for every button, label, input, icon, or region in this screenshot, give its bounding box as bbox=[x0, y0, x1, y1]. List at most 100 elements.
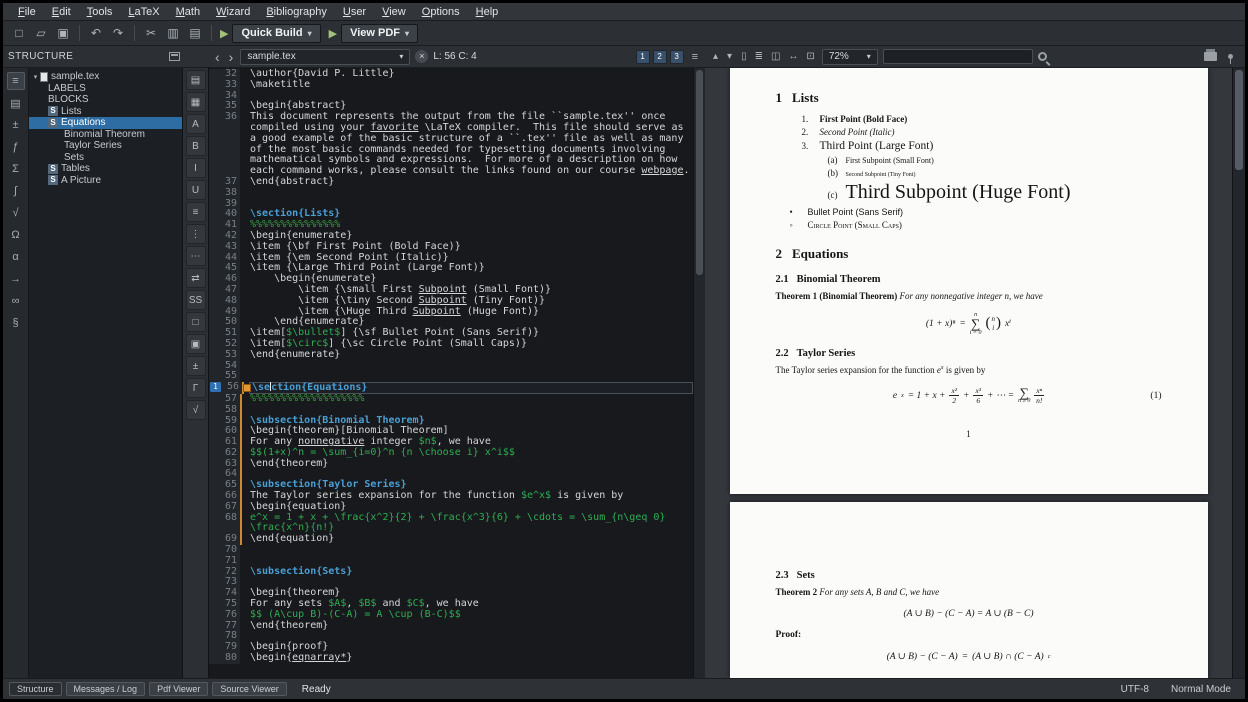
pdf-continuous-icon[interactable]: ≣ bbox=[753, 51, 765, 62]
bookmarks-panel-icon[interactable]: ▤ bbox=[7, 94, 25, 112]
tree-item-blocks[interactable]: BLOCKS bbox=[29, 94, 182, 106]
root-symbols-panel-icon[interactable]: √ bbox=[7, 204, 25, 222]
menu-item[interactable]: Options bbox=[415, 5, 467, 19]
pdf-scrollbar-thumb[interactable] bbox=[1235, 70, 1243, 170]
pdf-pages[interactable]: 1Lists 1. First Point (Bold Face) 2. Sec… bbox=[705, 68, 1232, 678]
line-number-gutter[interactable]: 36 bbox=[209, 112, 240, 177]
menu-item[interactable]: Edit bbox=[45, 5, 78, 19]
menu-item[interactable]: View bbox=[375, 5, 413, 19]
editor-line[interactable]: 55 bbox=[209, 371, 693, 382]
new-file-icon[interactable]: □ bbox=[9, 23, 29, 43]
bookmark-3-icon[interactable]: 3 bbox=[670, 50, 684, 64]
pdf-presentation-icon[interactable]: ⊡ bbox=[804, 51, 816, 62]
pdf-search-input[interactable] bbox=[883, 49, 1033, 64]
menu-item[interactable]: Tools bbox=[80, 5, 120, 19]
tree-item-lists[interactable]: S Lists bbox=[29, 106, 182, 118]
editor-line[interactable]: 37 \end{abstract} bbox=[209, 177, 693, 188]
sqrt-icon[interactable]: √ bbox=[186, 400, 206, 420]
quick-build-button[interactable]: Quick Build ▾ bbox=[232, 24, 320, 43]
editor-line[interactable]: 72 \subsection{Sets} bbox=[209, 567, 693, 578]
line-number-gutter[interactable]: 33 bbox=[209, 80, 240, 91]
bookmark-2-icon[interactable]: 2 bbox=[653, 50, 667, 64]
panel-tab-structure[interactable]: Structure bbox=[9, 682, 62, 696]
tree-item-taylor-series[interactable]: Taylor Series bbox=[29, 140, 182, 152]
sum-symbols-panel-icon[interactable]: Σ bbox=[7, 160, 25, 178]
editor-line[interactable]: 63 \end{theorem} bbox=[209, 459, 693, 470]
bold-icon[interactable]: B bbox=[186, 136, 206, 156]
editor-line[interactable]: 69 \end{equation} bbox=[209, 534, 693, 545]
copy-icon[interactable]: ▥ bbox=[163, 23, 183, 43]
pdf-page-up-icon[interactable]: ▴ bbox=[711, 51, 720, 62]
unordered-list-icon[interactable]: ⋯ bbox=[186, 246, 206, 266]
pdf-two-pages-icon[interactable]: ◫ bbox=[769, 51, 782, 62]
panel-tab-pdf-viewer[interactable]: Pdf Viewer bbox=[149, 682, 208, 696]
italic-icon[interactable]: I bbox=[186, 158, 206, 178]
line-number-gutter[interactable]: 43 bbox=[209, 242, 240, 253]
editor-line[interactable]: 57 %%%%%%%%%%%%%%%%%%% bbox=[209, 394, 693, 405]
pin-icon[interactable] bbox=[1228, 54, 1233, 59]
tree-item-equations[interactable]: S Equations bbox=[29, 117, 182, 129]
integral-symbols-panel-icon[interactable]: ∫ bbox=[7, 182, 25, 200]
editor-line[interactable]: 54 bbox=[209, 361, 693, 372]
pdf-single-page-icon[interactable]: ▯ bbox=[739, 51, 749, 62]
line-number-gutter[interactable]: 48 bbox=[209, 296, 240, 307]
tree-item-sets[interactable]: Sets bbox=[29, 152, 182, 164]
editor-line[interactable]: 68 e^x = 1 + x + \frac{x^2}{2} + \frac{x… bbox=[209, 513, 693, 535]
menu-item[interactable]: User bbox=[336, 5, 373, 19]
gamma-icon[interactable]: Γ bbox=[186, 378, 206, 398]
save-icon[interactable]: ▣ bbox=[53, 23, 73, 43]
open-file-icon[interactable]: ▱ bbox=[31, 23, 51, 43]
navigate-back-icon[interactable]: ‹ bbox=[213, 50, 222, 64]
special-chars-panel-icon[interactable]: § bbox=[7, 314, 25, 332]
tree-expander-icon[interactable]: ▾ bbox=[31, 73, 40, 81]
panel-tab-source-viewer[interactable]: Source Viewer bbox=[212, 682, 286, 696]
editor-line[interactable]: 53 \end{enumerate} bbox=[209, 350, 693, 361]
quick-build-run-icon[interactable]: ▶ bbox=[220, 27, 228, 40]
greek-lower-panel-icon[interactable]: α bbox=[7, 248, 25, 266]
plus-minus-icon[interactable]: ± bbox=[186, 356, 206, 376]
menu-item[interactable]: File bbox=[11, 5, 43, 19]
menu-item[interactable]: Math bbox=[169, 5, 207, 19]
open-document-select[interactable]: sample.tex ▾ bbox=[240, 49, 410, 65]
greek-upper-panel-icon[interactable]: Ω bbox=[7, 226, 25, 244]
pdf-page-down-icon[interactable]: ▾ bbox=[725, 51, 734, 62]
paste-icon[interactable]: ▤ bbox=[185, 23, 205, 43]
undo-icon[interactable]: ↶ bbox=[86, 23, 106, 43]
panel-tab-messages-log[interactable]: Messages / Log bbox=[66, 682, 146, 696]
editor-scrollbar-thumb[interactable] bbox=[696, 70, 703, 275]
cut-icon[interactable]: ✂ bbox=[141, 23, 161, 43]
paste-format-icon[interactable]: ▤ bbox=[186, 70, 206, 90]
editor-line[interactable]: 38 bbox=[209, 188, 693, 199]
tree-item-a-picture[interactable]: S A Picture bbox=[29, 175, 182, 187]
detach-panel-icon[interactable] bbox=[169, 52, 180, 61]
line-number-gutter[interactable]: 68 bbox=[209, 513, 240, 535]
tree-item-tables[interactable]: S Tables bbox=[29, 163, 182, 175]
line-number-gutter[interactable]: 53 bbox=[209, 350, 240, 361]
operators-panel-icon[interactable]: ± bbox=[7, 116, 25, 134]
tree-item-sample-tex[interactable]: ▾ sample.tex bbox=[29, 71, 182, 83]
line-number-gutter[interactable]: 38 bbox=[209, 188, 240, 199]
tree-item-labels[interactable]: LABELS bbox=[29, 83, 182, 95]
pdf-zoom-select[interactable]: 72% ▾ bbox=[822, 49, 878, 65]
ordered-list-icon[interactable]: ⋮ bbox=[186, 224, 206, 244]
editor-mode-label[interactable]: Normal Mode bbox=[1171, 684, 1231, 695]
editor-line[interactable]: 70 bbox=[209, 545, 693, 556]
box-icon[interactable]: ▣ bbox=[186, 334, 206, 354]
editor-line[interactable]: 33 \maketitle bbox=[209, 80, 693, 91]
print-icon[interactable] bbox=[1204, 52, 1217, 61]
editor-line[interactable]: 36 This document represents the output f… bbox=[209, 112, 693, 177]
small-caps-icon[interactable]: SS bbox=[186, 290, 206, 310]
editor-line[interactable]: 80 \begin{eqnarray*} bbox=[209, 653, 693, 664]
font-select-icon[interactable]: A bbox=[186, 114, 206, 134]
redo-icon[interactable]: ↷ bbox=[108, 23, 128, 43]
menu-item[interactable]: LaTeX bbox=[121, 5, 166, 19]
arrows-panel-icon[interactable]: → bbox=[7, 270, 25, 288]
line-number-gutter[interactable]: 80 bbox=[209, 653, 240, 664]
view-pdf-button[interactable]: View PDF ▾ bbox=[341, 24, 418, 43]
pdf-scrollbar[interactable] bbox=[1232, 68, 1245, 678]
menu-item[interactable]: Help bbox=[469, 5, 506, 19]
align-left-icon[interactable]: ≡ bbox=[186, 202, 206, 222]
view-pdf-run-icon[interactable]: ▶ bbox=[329, 27, 337, 40]
close-document-icon[interactable]: × bbox=[415, 50, 428, 63]
tree-item-binomial-theorem[interactable]: Binomial Theorem bbox=[29, 129, 182, 141]
